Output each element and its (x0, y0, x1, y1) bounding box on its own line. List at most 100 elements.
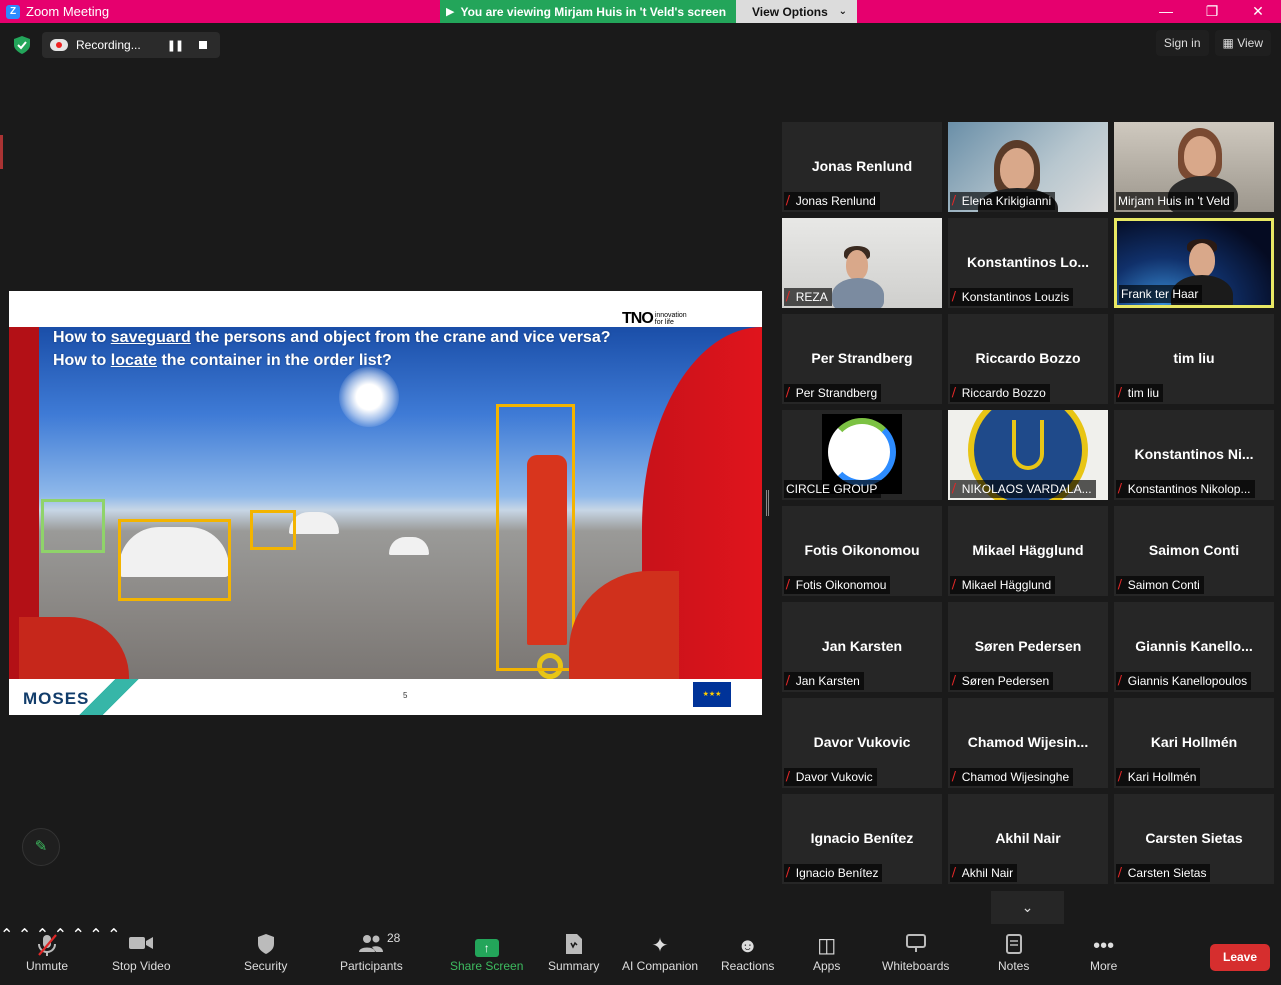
face (1189, 243, 1215, 277)
participant-tile[interactable]: Mikael Hägglund ⧸ Mikael Hägglund (948, 506, 1108, 596)
grid-view-icon: ▦ (1222, 36, 1238, 50)
participant-tile[interactable]: ⧸ REZA (782, 218, 942, 308)
stop-video-button[interactable]: Stop Video (112, 933, 171, 973)
participant-tile[interactable]: Jan Karsten ⧸ Jan Karsten (782, 602, 942, 692)
restore-button[interactable]: ❐ (1189, 0, 1235, 23)
participant-tile[interactable]: Ignacio Benítez ⧸ Ignacio Benítez (782, 794, 942, 884)
speaker-icon: ▶ (446, 6, 455, 18)
more-dots-icon: ••• (1093, 935, 1115, 957)
face (1184, 136, 1216, 176)
participant-name-label: ⧸ Akhil Nair (950, 864, 1018, 882)
participant-display-name: Riccardo Bozzo (975, 350, 1081, 366)
chevron-down-icon: ⌄ (1021, 899, 1034, 915)
participant-tile[interactable]: Fotis Oikonomou ⧸ Fotis Oikonomou (782, 506, 942, 596)
participant-tile[interactable]: ⧸ NIKOLAOS VARDALA... (948, 410, 1108, 500)
leave-button[interactable]: Leave (1210, 944, 1270, 971)
participant-display-name: Ignacio Benítez (810, 830, 914, 846)
sign-in-button[interactable]: Sign in (1155, 30, 1209, 56)
gallery-scroll-down-button[interactable]: ⌄ (991, 891, 1064, 924)
face (1000, 148, 1034, 190)
tno-tagline: for life (654, 319, 674, 326)
participant-tile[interactable]: Chamod Wijesin... ⧸ Chamod Wijesinghe (948, 698, 1108, 788)
participant-count: 28 (387, 931, 401, 945)
question-1-start: How to (53, 329, 111, 346)
audio-options-caret-icon[interactable]: ⌃ (0, 927, 13, 944)
whiteboards-options-caret-icon[interactable]: ⌃ (89, 927, 102, 944)
muted-mic-icon: ⧸ (1118, 674, 1122, 687)
participant-tile[interactable]: Riccardo Bozzo ⧸ Riccardo Bozzo (948, 314, 1108, 404)
participant-tile[interactable]: Konstantinos Ni... ⧸ Konstantinos Nikolop.… (1114, 410, 1274, 500)
participant-tile[interactable]: Akhil Nair ⧸ Akhil Nair (948, 794, 1108, 884)
apps-options-caret-icon[interactable]: ⌃ (71, 927, 84, 944)
participant-tile[interactable]: Jonas Renlund ⧸ Jonas Renlund (782, 122, 942, 212)
apps-button[interactable]: ◫ Apps (813, 933, 840, 973)
participant-display-name: Per Strandberg (811, 350, 913, 366)
participant-name: CIRCLE GROUP (786, 482, 878, 496)
viewing-banner: ▶ You are viewing Mirjam Huis in 't Veld… (440, 0, 736, 23)
participant-name-label: ⧸ Carsten Sietas (1116, 864, 1211, 882)
unmute-label: Unmute (26, 959, 69, 973)
participant-name: NIKOLAOS VARDALA... (961, 482, 1092, 496)
view-button[interactable]: ▦ View (1214, 30, 1271, 56)
reactions-button[interactable]: ☻ Reactions (721, 933, 774, 973)
participant-tile[interactable]: Giannis Kanello... ⧸ Giannis Kanellopoulos (1114, 602, 1274, 692)
pause-recording-icon[interactable]: ❚❚ (167, 39, 184, 52)
muted-mic-icon: ⧸ (786, 770, 790, 783)
close-button[interactable]: ✕ (1235, 0, 1281, 23)
unmute-button[interactable]: Unmute (26, 933, 68, 973)
participant-tile[interactable]: Carsten Sietas ⧸ Carsten Sietas (1114, 794, 1274, 884)
participant-tile[interactable]: CIRCLE GROUP (782, 410, 942, 500)
participant-tile[interactable]: tim liu ⧸ tim liu (1114, 314, 1274, 404)
more-button[interactable]: ••• More (1090, 933, 1117, 973)
muted-mic-icon: ⧸ (952, 386, 956, 399)
slide-page-number: 5 (403, 691, 408, 700)
participant-name: Davor Vukovic (795, 770, 873, 784)
split-resize-handle[interactable] (766, 490, 769, 516)
participant-tile[interactable]: Kari Hollmén ⧸ Kari Hollmén (1114, 698, 1274, 788)
ai-companion-button[interactable]: ✦ AI Companion (622, 933, 698, 973)
share-screen-button[interactable]: ↑ Share Screen (450, 933, 523, 973)
encryption-shield-icon[interactable] (12, 35, 32, 55)
participant-display-name: Carsten Sietas (1145, 830, 1243, 846)
view-label: View (1237, 36, 1263, 50)
stop-recording-icon[interactable] (199, 41, 208, 49)
moses-logo: MOSES (23, 689, 90, 708)
tno-wordmark: TNO (622, 310, 654, 327)
summary-button[interactable]: Summary (548, 933, 599, 973)
view-options-button[interactable]: View Options ⌄ (736, 0, 857, 23)
participant-display-name: Konstantinos Ni... (1134, 446, 1254, 462)
participant-name: Akhil Nair (961, 866, 1014, 880)
smiley-icon: ☻ (737, 935, 759, 957)
participant-display-name: Saimon Conti (1148, 542, 1240, 558)
participant-tile[interactable]: Per Strandberg ⧸ Per Strandberg (782, 314, 942, 404)
whiteboard-icon (882, 933, 949, 959)
muted-mic-icon: ⧸ (952, 578, 956, 591)
participant-name-label: ⧸ Ignacio Benítez (784, 864, 883, 882)
annotate-pen-icon[interactable]: ✎ (22, 828, 60, 866)
participant-name-label: Mirjam Huis in 't Veld (1116, 192, 1234, 210)
muted-mic-icon: ⧸ (952, 482, 956, 495)
participant-tile[interactable]: Davor Vukovic ⧸ Davor Vukovic (782, 698, 942, 788)
muted-microphone-icon (26, 933, 68, 959)
summary-document-icon (548, 933, 599, 959)
participant-name: Fotis Oikonomou (795, 578, 887, 592)
participant-tile[interactable]: Saimon Conti ⧸ Saimon Conti (1114, 506, 1274, 596)
participant-tile[interactable]: Søren Pedersen ⧸ Søren Pedersen (948, 602, 1108, 692)
zoom-logo-icon: Z (6, 4, 20, 19)
participant-name: Konstantinos Nikolop... (1127, 482, 1251, 496)
participant-name: REZA (795, 290, 828, 304)
participant-name: Søren Pedersen (961, 674, 1050, 688)
participant-name: Carsten Sietas (1127, 866, 1207, 880)
participant-name-label: ⧸ Jan Karsten (784, 672, 864, 690)
security-button[interactable]: Security (244, 933, 287, 973)
notes-button[interactable]: Notes (998, 933, 1029, 973)
participant-tile[interactable]: Mirjam Huis in 't Veld (1114, 122, 1274, 212)
participant-tile[interactable]: ⧸ Elena Krikigianni (948, 122, 1108, 212)
participant-tile[interactable]: Konstantinos Lo... ⧸ Konstantinos Louzis (948, 218, 1108, 308)
participant-name-label: ⧸ Jonas Renlund (784, 192, 880, 210)
participant-tile[interactable]: Frank ter Haar (1114, 218, 1274, 308)
stop-video-label: Stop Video (112, 959, 171, 973)
tno-tagline: innovation (654, 312, 687, 319)
whiteboards-button[interactable]: Whiteboards (882, 933, 949, 973)
minimize-button[interactable]: — (1143, 0, 1189, 23)
